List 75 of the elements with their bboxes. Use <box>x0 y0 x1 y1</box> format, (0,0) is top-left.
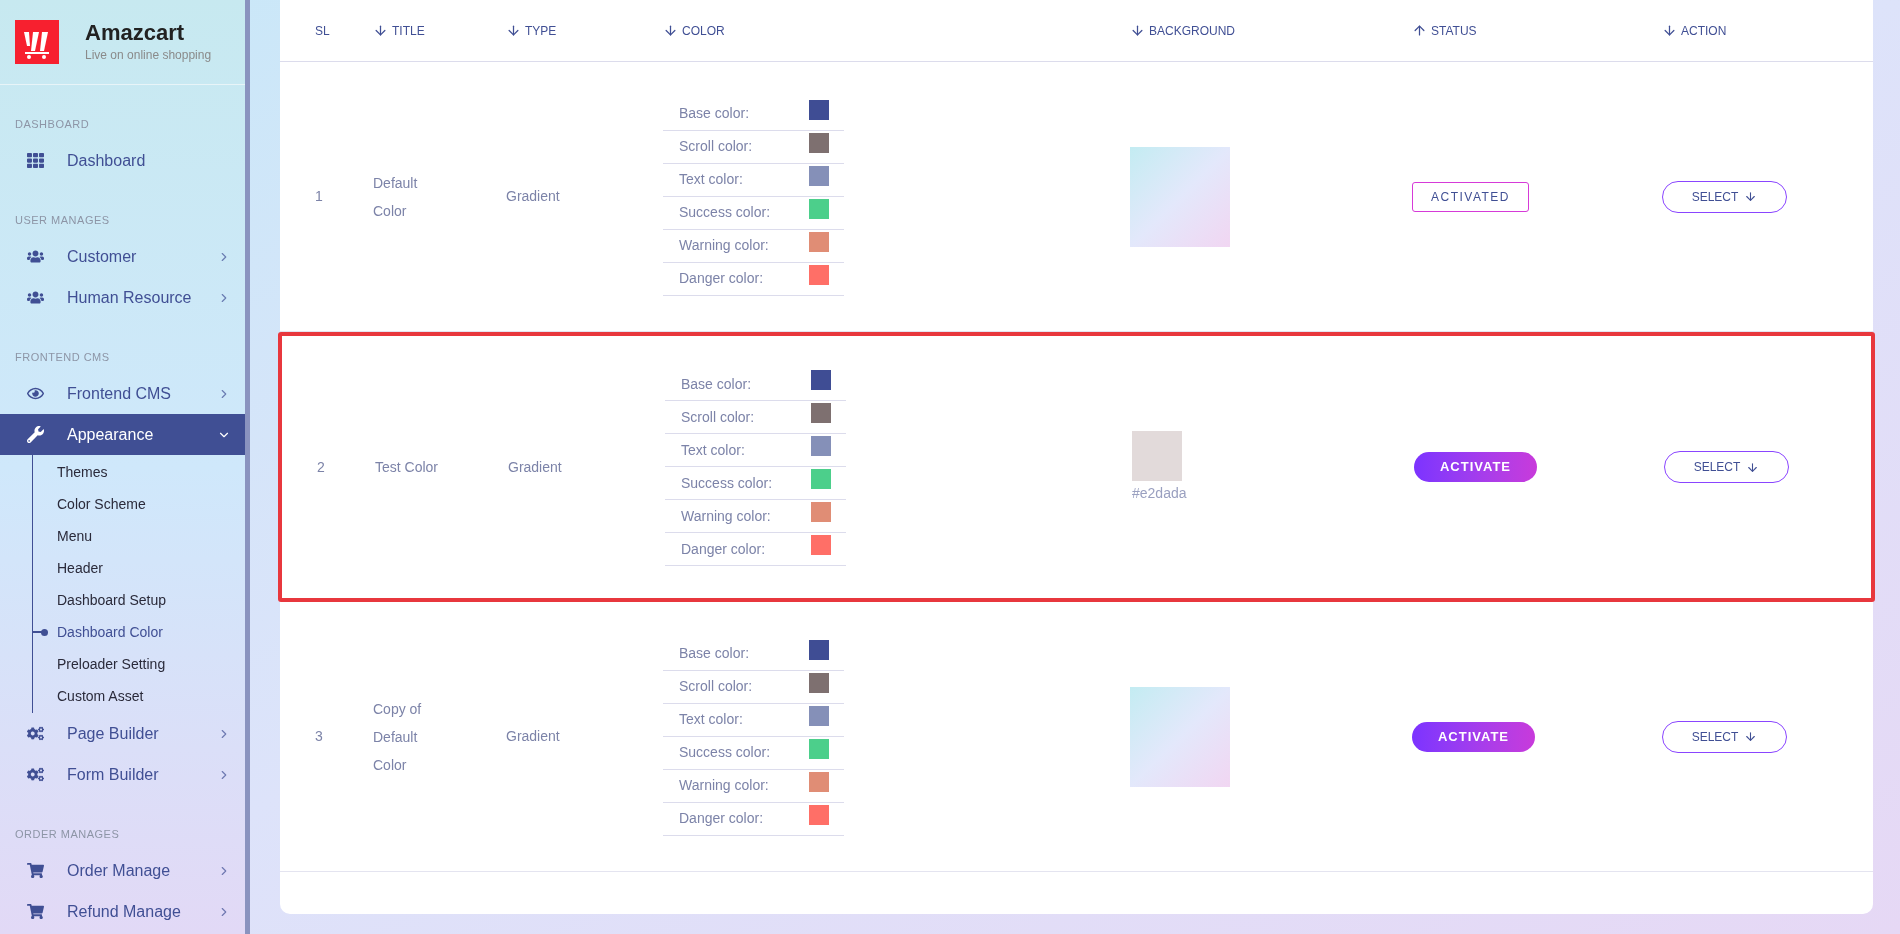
table-cell-text: Gradient <box>506 727 561 746</box>
table-cell-text: Copy of Default Color <box>373 699 423 775</box>
submenu-item[interactable]: Preloader Setting <box>57 653 166 675</box>
gears-icon <box>27 766 44 783</box>
column-header[interactable]: ACTION <box>1662 21 1727 40</box>
table-cell-text: 1 <box>315 187 324 206</box>
brand-name: Amazcart <box>85 20 186 46</box>
color-label: Warning color: <box>681 506 771 526</box>
sidebar-item[interactable]: Page Builder <box>0 713 245 754</box>
activate-button[interactable]: ACTIVATE <box>1414 452 1537 482</box>
sidebar-item[interactable]: Human Resource <box>0 277 245 318</box>
users-icon <box>27 289 44 306</box>
eye-icon <box>27 385 44 402</box>
submenu-item[interactable]: Dashboard Color <box>57 621 163 643</box>
column-header[interactable]: STATUS <box>1412 21 1477 40</box>
column-header[interactable]: BACKGROUND <box>1130 21 1235 40</box>
color-label: Text color: <box>679 710 743 729</box>
arrow-down-icon <box>1744 730 1758 743</box>
status-label: ACTIVATED <box>1412 181 1529 212</box>
color-label: Text color: <box>681 440 745 460</box>
submenu-item[interactable]: Header <box>57 557 103 579</box>
color-label: Success color: <box>679 743 771 762</box>
section-heading: USER MANAGES <box>15 212 110 228</box>
sidebar-item[interactable]: Frontend CMS <box>0 373 245 414</box>
sidebar-item[interactable]: Dashboard <box>0 140 245 181</box>
submenu-item[interactable]: Custom Asset <box>57 685 144 707</box>
color-label: Warning color: <box>679 776 769 795</box>
section-heading: FRONTEND CMS <box>15 349 110 365</box>
submenu-item[interactable]: Menu <box>57 525 93 547</box>
color-label: Scroll color: <box>681 407 755 427</box>
column-header[interactable]: TYPE <box>506 21 557 40</box>
sidebar-item[interactable]: Customer <box>0 236 245 277</box>
table-cell-text: 3 <box>315 727 324 746</box>
sidebar-item[interactable]: Order Manage <box>0 850 245 891</box>
color-label: Success color: <box>679 203 771 222</box>
logo-icon <box>15 20 59 64</box>
section-heading: DASHBOARD <box>15 116 90 132</box>
submenu-item[interactable]: Color Scheme <box>57 493 146 515</box>
column-header[interactable]: COLOR <box>663 21 725 40</box>
table-cell-text: Test Color <box>375 458 440 477</box>
arrow-down-icon <box>1744 190 1758 203</box>
submenu-item[interactable]: Themes <box>57 461 108 483</box>
column-header[interactable]: TITLE <box>373 21 425 40</box>
grid-icon <box>27 152 44 169</box>
sidebar-item[interactable]: Refund Manage <box>0 891 245 932</box>
submenu-item[interactable]: Dashboard Setup <box>57 589 166 611</box>
sidebar-scrollbar[interactable] <box>245 0 250 934</box>
activate-button[interactable]: ACTIVATE <box>1412 721 1535 752</box>
arrow-down-icon <box>1746 460 1760 474</box>
color-label: Base color: <box>681 374 752 394</box>
color-label: Danger color: <box>679 809 764 828</box>
color-label: Scroll color: <box>679 137 753 156</box>
gears-icon <box>27 725 44 742</box>
color-label: Danger color: <box>679 269 764 288</box>
table-cell-text: Default Color <box>373 173 419 221</box>
sidebar-item[interactable]: Form Builder <box>0 754 245 795</box>
table-cell-text: Gradient <box>506 187 561 206</box>
column-header[interactable]: SL <box>315 21 330 40</box>
color-label: Base color: <box>679 104 750 123</box>
brand-tagline: Live on online shopping <box>85 47 212 64</box>
users-icon <box>27 248 44 265</box>
section-heading: ORDER MANAGES <box>15 826 120 842</box>
color-label: Scroll color: <box>679 677 753 696</box>
color-label: Text color: <box>679 170 743 189</box>
table-cell-text: Gradient <box>508 457 563 477</box>
color-label: Success color: <box>681 473 773 493</box>
sidebar-item[interactable]: Appearance <box>0 414 245 455</box>
wrench-icon <box>27 426 44 443</box>
cart-icon <box>27 862 44 879</box>
color-label: Base color: <box>679 644 750 663</box>
color-label: Danger color: <box>681 539 766 559</box>
cart-icon <box>27 903 44 920</box>
background-value: #e2dada <box>1132 483 1187 503</box>
table-cell-text: 2 <box>317 457 326 477</box>
color-label: Warning color: <box>679 236 769 255</box>
